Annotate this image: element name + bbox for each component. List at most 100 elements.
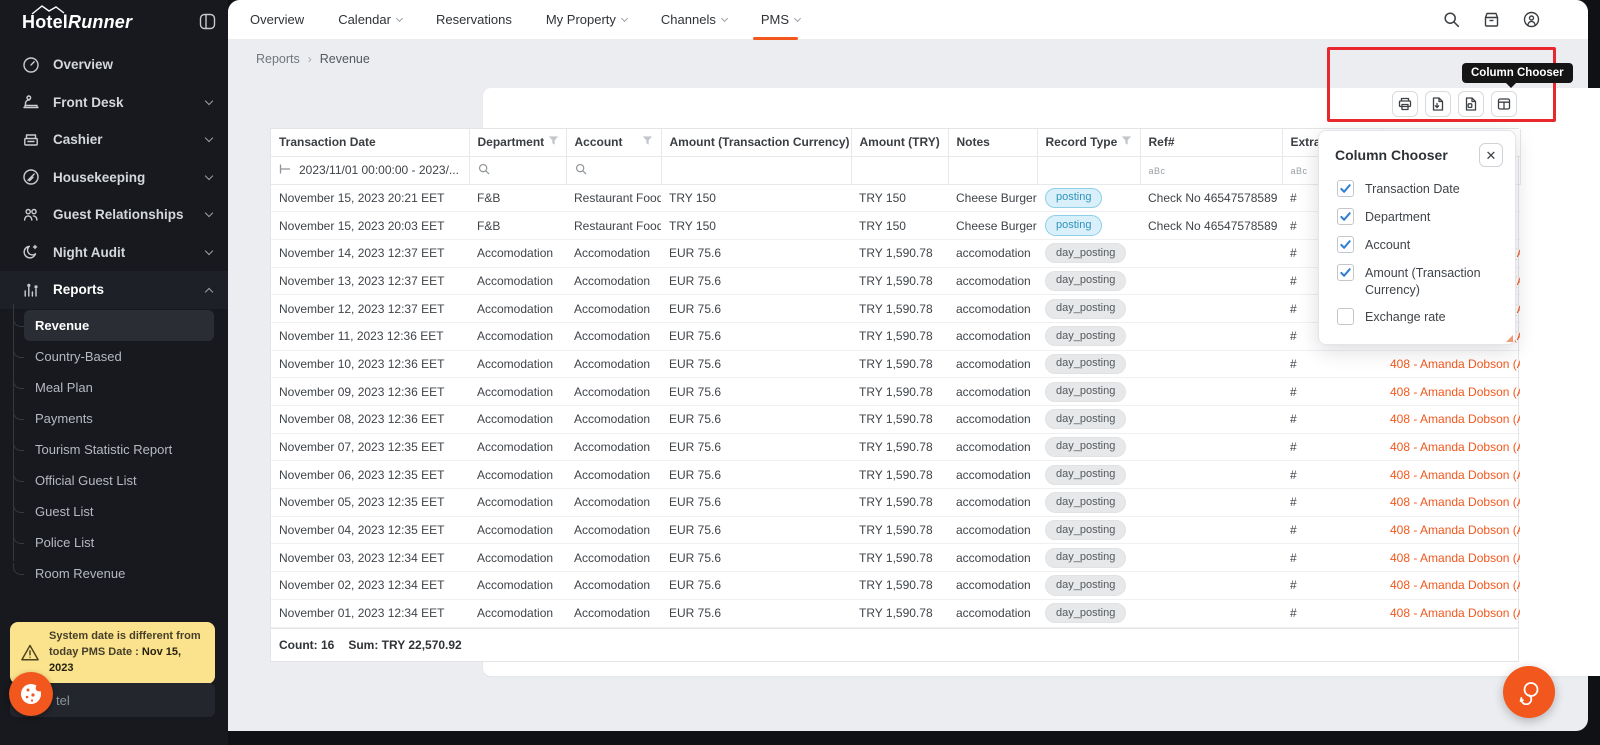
reservation-link[interactable]: 408 - Amanda Dobson (A [1390, 468, 1520, 482]
sidebar-subitem-payments[interactable]: Payments [24, 403, 214, 434]
print-button[interactable] [1392, 91, 1418, 117]
checkbox-checked-icon[interactable] [1337, 208, 1354, 225]
checkbox-checked-icon[interactable] [1337, 180, 1354, 197]
column-header-ref[interactable]: Ref# [1140, 129, 1282, 156]
sidebar-subitem-official-guest-list[interactable]: Official Guest List [24, 465, 214, 496]
nav-item-label: PMS [761, 12, 789, 27]
reservation-link[interactable]: 408 - Amanda Dobson (A [1390, 551, 1520, 565]
column-header-notes[interactable]: Notes [948, 129, 1037, 156]
column-header-record-type[interactable]: Record Type [1037, 129, 1140, 156]
filter-funnel-icon[interactable] [1121, 135, 1132, 149]
cookie-consent-button[interactable] [9, 672, 53, 716]
cell-account: Accomodation [566, 489, 661, 517]
nav-item-my-property[interactable]: My Property [546, 0, 627, 40]
filter-cell-notes[interactable] [948, 156, 1037, 184]
filter-cell-department[interactable] [469, 156, 566, 184]
filter-cell-ref[interactable]: aBc [1140, 156, 1282, 184]
sidebar-collapse-icon[interactable] [199, 13, 216, 30]
column-chooser-button[interactable] [1491, 91, 1517, 117]
checkbox-unchecked-icon[interactable] [1337, 344, 1354, 345]
column-header-department[interactable]: Department [469, 129, 566, 156]
nav-item-pms[interactable]: PMS [761, 0, 800, 40]
chooser-item-partial[interactable] [1319, 339, 1515, 345]
cell-account: Accomodation [566, 350, 661, 378]
table-row: November 10, 2023 12:36 EETAccomodationA… [271, 350, 1520, 378]
breadcrumb-reports[interactable]: Reports [256, 52, 300, 66]
cell-notes: accomodation [948, 544, 1037, 572]
sidebar-item-night-audit[interactable]: Night Audit [0, 234, 228, 272]
search-filter-icon[interactable] [575, 164, 587, 178]
chevron-down-icon [205, 134, 213, 142]
chooser-item-department[interactable]: Department [1319, 203, 1515, 231]
reservation-link[interactable]: 408 - Amanda Dobson (A [1390, 495, 1520, 509]
reservation-link[interactable]: 408 - Amanda Dobson (A [1390, 523, 1520, 537]
nav-item-overview[interactable]: Overview [250, 0, 304, 40]
close-icon[interactable]: ✕ [1479, 143, 1503, 167]
search-filter-icon[interactable] [478, 164, 490, 178]
cell-extra: # [1282, 433, 1382, 461]
column-header-amount-try[interactable]: Amount (TRY) [851, 129, 948, 156]
reservation-link[interactable]: 408 - Amanda Dobson (A [1390, 412, 1520, 426]
reservation-link[interactable]: 408 - Amanda Dobson (A [1390, 606, 1520, 620]
abc-filter-icon[interactable]: aBc [1149, 166, 1166, 176]
nav-item-calendar[interactable]: Calendar [338, 0, 402, 40]
reservation-link[interactable]: 408 - Amanda Dobson (A [1390, 357, 1520, 371]
reservation-link[interactable]: 408 - Amanda Dobson (A [1390, 440, 1520, 454]
filter-cell-record-type[interactable] [1037, 156, 1140, 184]
chooser-item-account[interactable]: Account [1319, 231, 1515, 259]
sidebar-item-cashier[interactable]: Cashier [0, 121, 228, 159]
chat-bubbles-icon [1516, 679, 1542, 705]
cell-link: 408 - Amanda Dobson (A [1382, 433, 1520, 461]
chooser-item-amount-transaction-currency[interactable]: Amount (Transaction Currency) [1319, 259, 1515, 304]
sidebar-subitem-revenue[interactable]: Revenue [24, 310, 214, 341]
sidebar-item-housekeeping[interactable]: Housekeeping [0, 159, 228, 197]
checkbox-checked-icon[interactable] [1337, 236, 1354, 253]
sidebar-subitem-room-revenue[interactable]: Room Revenue [24, 558, 214, 589]
filter-cell-amount-try[interactable] [851, 156, 948, 184]
column-header-transaction-date[interactable]: Transaction Date [271, 129, 469, 156]
filter-cell-account[interactable] [566, 156, 661, 184]
sidebar-subitem-police-list[interactable]: Police List [24, 527, 214, 558]
nav-item-channels[interactable]: Channels [661, 0, 727, 40]
filter-cell-transaction-date[interactable]: 2023/11/01 00:00:00 - 2023/... [271, 156, 469, 184]
abc-filter-icon[interactable]: aBc [1291, 166, 1308, 176]
reservation-link[interactable]: 408 - Amanda Dobson (A [1390, 578, 1520, 592]
chooser-item-label: Account [1365, 236, 1410, 254]
column-header-account[interactable]: Account [566, 129, 661, 156]
filter-funnel-icon[interactable] [642, 135, 653, 149]
cell-link: 408 - Amanda Dobson (A [1382, 516, 1520, 544]
sidebar: HotelRunner OverviewFront DeskCashierHou… [0, 0, 228, 745]
sidebar-subitem-meal-plan[interactable]: Meal Plan [24, 372, 214, 403]
chooser-item-transaction-date[interactable]: Transaction Date [1319, 175, 1515, 203]
sidebar-item-guest-relationships[interactable]: Guest Relationships [0, 196, 228, 234]
cell-link: 408 - Amanda Dobson (A [1382, 461, 1520, 489]
chat-support-button[interactable] [1503, 666, 1555, 718]
reports-icon [22, 281, 40, 299]
export-file-button[interactable] [1425, 91, 1451, 117]
cell-account: Accomodation [566, 239, 661, 267]
sidebar-item-reports[interactable]: Reports [0, 271, 228, 309]
sidebar-subitem-country-based[interactable]: Country-Based [24, 341, 214, 372]
sidebar-subitem-tourism-statistic-report[interactable]: Tourism Statistic Report [24, 434, 214, 465]
sidebar-subitem-label: Tourism Statistic Report [35, 442, 172, 457]
nav-item-reservations[interactable]: Reservations [436, 0, 512, 40]
checkbox-checked-icon[interactable] [1337, 264, 1354, 281]
filter-funnel-icon[interactable] [548, 135, 559, 149]
marketplace-icon[interactable] [1483, 11, 1500, 28]
checkbox-unchecked-icon[interactable] [1337, 308, 1354, 325]
sidebar-item-overview[interactable]: Overview [0, 46, 228, 84]
user-account-icon[interactable] [1523, 11, 1540, 28]
sum-total: Sum: TRY 22,570.92 [348, 638, 461, 652]
cell-amount-try: TRY 150 [851, 184, 948, 212]
reservation-link[interactable]: 408 - Amanda Dobson (A [1390, 385, 1520, 399]
filter-cell-amount-transaction-currency[interactable] [661, 156, 851, 184]
column-header-amount-transaction-currency[interactable]: Amount (Transaction Currency) [661, 129, 851, 156]
sidebar-subitem-guest-list[interactable]: Guest List [24, 496, 214, 527]
search-icon[interactable] [1443, 11, 1460, 28]
date-range-filter[interactable]: 2023/11/01 00:00:00 - 2023/... [279, 163, 461, 177]
chooser-item-exchange-rate[interactable]: Exchange rate [1319, 303, 1515, 331]
export-selected-button[interactable] [1458, 91, 1484, 117]
table-row: November 02, 2023 12:34 EETAccomodationA… [271, 572, 1520, 600]
sidebar-item-front-desk[interactable]: Front Desk [0, 84, 228, 122]
cell-date: November 09, 2023 12:36 EET [271, 378, 469, 406]
